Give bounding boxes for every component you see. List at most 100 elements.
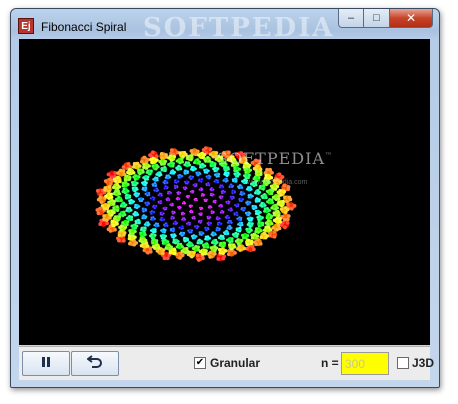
- spiral-seed: [172, 162, 176, 165]
- spiral-seed: [156, 165, 160, 169]
- spiral-seed: [238, 199, 241, 202]
- spiral-seed: [118, 212, 122, 216]
- spiral-seed: [265, 216, 269, 220]
- spiral-seed: [130, 181, 134, 184]
- spiral-seed: [159, 211, 162, 214]
- spiral-seed: [192, 190, 195, 193]
- spiral-seed: [195, 171, 198, 174]
- title-bar[interactable]: Ej Fibonacci Spiral SOFTPEDIA ‒ □ ✕: [11, 9, 439, 43]
- spiral-seed: [274, 197, 278, 202]
- app-icon[interactable]: Ej: [18, 18, 34, 34]
- pause-button[interactable]: [22, 351, 70, 376]
- spiral-seed: [208, 217, 211, 220]
- spiral-seed: [184, 182, 187, 185]
- spiral-seed: [174, 211, 176, 214]
- spiral-seed: [172, 227, 175, 230]
- spiral-seed: [233, 245, 237, 249]
- spiral-seed: [111, 185, 116, 190]
- spiral-seed: [161, 213, 164, 216]
- spiral-seed: [157, 246, 161, 250]
- spiral-seed: [167, 162, 170, 166]
- reset-button[interactable]: [71, 351, 119, 376]
- spiral-seed: [99, 200, 104, 204]
- spiral-seed: [235, 235, 239, 238]
- spiral-seed: [121, 221, 125, 225]
- spiral-seed: [268, 167, 272, 172]
- spiral-seed: [187, 229, 190, 232]
- spiral-seed: [118, 168, 123, 173]
- spiral-seed: [193, 225, 196, 228]
- spiral-seed: [225, 229, 228, 233]
- spiral-seed: [192, 234, 195, 237]
- n-input[interactable]: [341, 352, 389, 375]
- spiral-seed: [188, 223, 191, 226]
- spiral-seed: [211, 231, 214, 234]
- spiral-seed: [260, 194, 264, 198]
- spiral-seed: [201, 162, 204, 166]
- spiral-seed: [215, 178, 218, 182]
- spiral-seed: [236, 175, 239, 178]
- spiral-seed: [276, 223, 281, 228]
- spiral-seed: [182, 186, 185, 189]
- spiral-seed: [231, 186, 234, 189]
- spiral-seed: [142, 162, 146, 166]
- spiral-seed: [265, 189, 269, 193]
- spiral-seed: [280, 204, 284, 208]
- spiral-seed: [198, 231, 201, 234]
- spiral-seed: [146, 250, 150, 255]
- spiral-seed: [152, 204, 155, 207]
- spiral-seed: [162, 207, 165, 209]
- spiral-seed: [271, 189, 275, 193]
- spiral-seed: [165, 208, 167, 211]
- spiral-seed: [277, 213, 281, 218]
- spiral-seed: [169, 228, 172, 231]
- spiral-seed: [159, 152, 164, 156]
- spiral-seed: [229, 195, 232, 198]
- spiral-seed: [134, 192, 137, 195]
- spiral-seed: [264, 221, 268, 225]
- spiral-seed: [208, 177, 211, 180]
- spiral-seed: [272, 211, 276, 215]
- spiral-seed: [126, 189, 130, 193]
- spiral-seed: [151, 183, 154, 186]
- spiral-seed: [174, 187, 177, 190]
- spiral-seed: [243, 174, 246, 177]
- spiral-seed: [194, 185, 197, 188]
- spiral-seed: [133, 177, 137, 181]
- spiral-seed: [221, 256, 226, 261]
- spiral-seed: [231, 178, 235, 181]
- minimize-button[interactable]: ‒: [338, 9, 364, 28]
- spiral-seed: [207, 206, 210, 209]
- spiral-seed: [214, 242, 217, 246]
- fibonacci-spiral-graphic: [95, 146, 297, 262]
- spiral-seed: [196, 153, 201, 157]
- granular-checkbox[interactable]: ✔: [194, 357, 206, 369]
- spiral-seed: [154, 154, 159, 159]
- spiral-canvas[interactable]: SOFTPEDIA™ www.softpedia.com: [19, 39, 430, 345]
- spiral-seed: [203, 252, 208, 256]
- spiral-seed: [227, 171, 230, 175]
- spiral-seed: [126, 170, 130, 175]
- spiral-seed: [245, 242, 249, 247]
- spiral-seed: [229, 227, 232, 231]
- spiral-seed: [115, 182, 119, 186]
- j3d-checkbox[interactable]: [397, 357, 409, 369]
- spiral-seed: [153, 217, 156, 220]
- spiral-seed: [160, 236, 164, 240]
- spiral-seed: [216, 226, 219, 229]
- spiral-seed: [172, 230, 175, 233]
- close-button[interactable]: ✕: [390, 9, 433, 28]
- spiral-seed: [105, 221, 109, 226]
- spiral-seed: [222, 185, 225, 188]
- spiral-seed: [228, 224, 232, 228]
- spiral-seed: [175, 198, 178, 200]
- spiral-seed: [140, 159, 144, 164]
- spiral-seed: [172, 238, 176, 242]
- spiral-seed: [156, 176, 159, 180]
- spiral-seed: [223, 171, 227, 175]
- spiral-seed: [160, 162, 164, 166]
- spiral-seed: [259, 204, 262, 207]
- maximize-button[interactable]: □: [364, 9, 390, 28]
- spiral-seed: [200, 189, 203, 192]
- spiral-seed: [131, 186, 135, 190]
